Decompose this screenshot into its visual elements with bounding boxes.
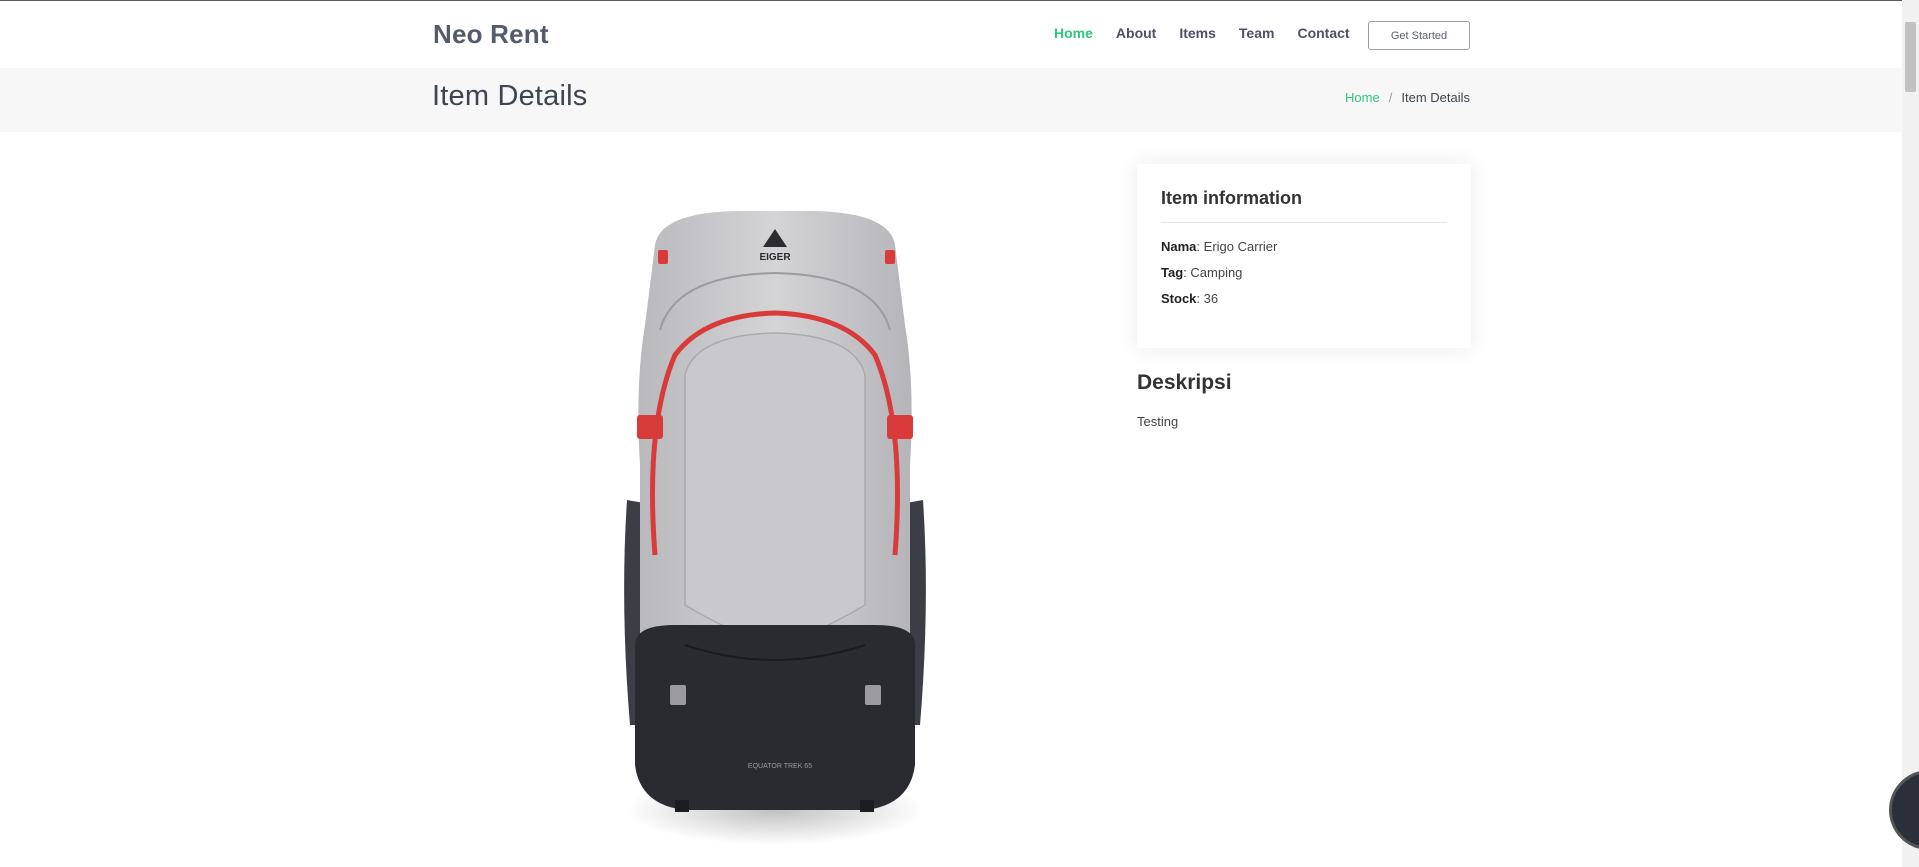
item-information-card: Item information Nama: Erigo Carrier Tag… [1137,164,1471,348]
page-scrollbar[interactable] [1902,0,1919,867]
nav-home[interactable]: Home [1054,25,1093,41]
product-model-text: EQUATOR TREK 65 [748,763,812,770]
info-label-nama: Nama [1161,239,1197,254]
get-started-button[interactable]: Get Started [1368,21,1470,50]
nav-about[interactable]: About [1116,25,1156,41]
nav-team[interactable]: Team [1239,25,1275,41]
info-row-nama: Nama: Erigo Carrier [1161,239,1278,254]
info-row-tag: Tag: Camping [1161,265,1243,280]
breadcrumb-current: Item Details [1401,90,1470,105]
description-title: Deskripsi [1137,371,1232,394]
info-divider [1161,222,1447,223]
item-information-title: Item information [1161,188,1303,208]
description-text: Testing [1137,414,1179,429]
product-brand-text: EIGER [759,252,791,263]
breadcrumb-home-link[interactable]: Home [1345,90,1380,105]
nav-contact[interactable]: Contact [1297,25,1349,41]
info-value-nama: Erigo Carrier [1203,239,1278,254]
info-label-tag: Tag [1161,265,1184,280]
scrollbar-thumb[interactable] [1905,22,1916,92]
info-value-tag: Camping [1190,265,1243,280]
page-title: Item Details [432,80,588,112]
site-header: Neo Rent Home About Items Team Contact G… [0,1,1902,67]
breadcrumb-bar: Item Details Home / Item Details [0,68,1902,132]
nav-items[interactable]: Items [1179,25,1216,41]
site-logo[interactable]: Neo Rent [433,19,549,50]
product-image: EIGER EQUATOR TREK 65 [624,211,926,845]
breadcrumb: Home / Item Details [1345,90,1470,105]
breadcrumb-separator: / [1388,90,1393,105]
main-nav: Home About Items Team Contact [1054,25,1373,41]
floating-action-button[interactable] [1889,770,1919,850]
info-row-stock: Stock: 36 [1161,291,1219,306]
info-label-stock: Stock [1161,291,1197,306]
info-value-stock: 36 [1203,291,1219,306]
